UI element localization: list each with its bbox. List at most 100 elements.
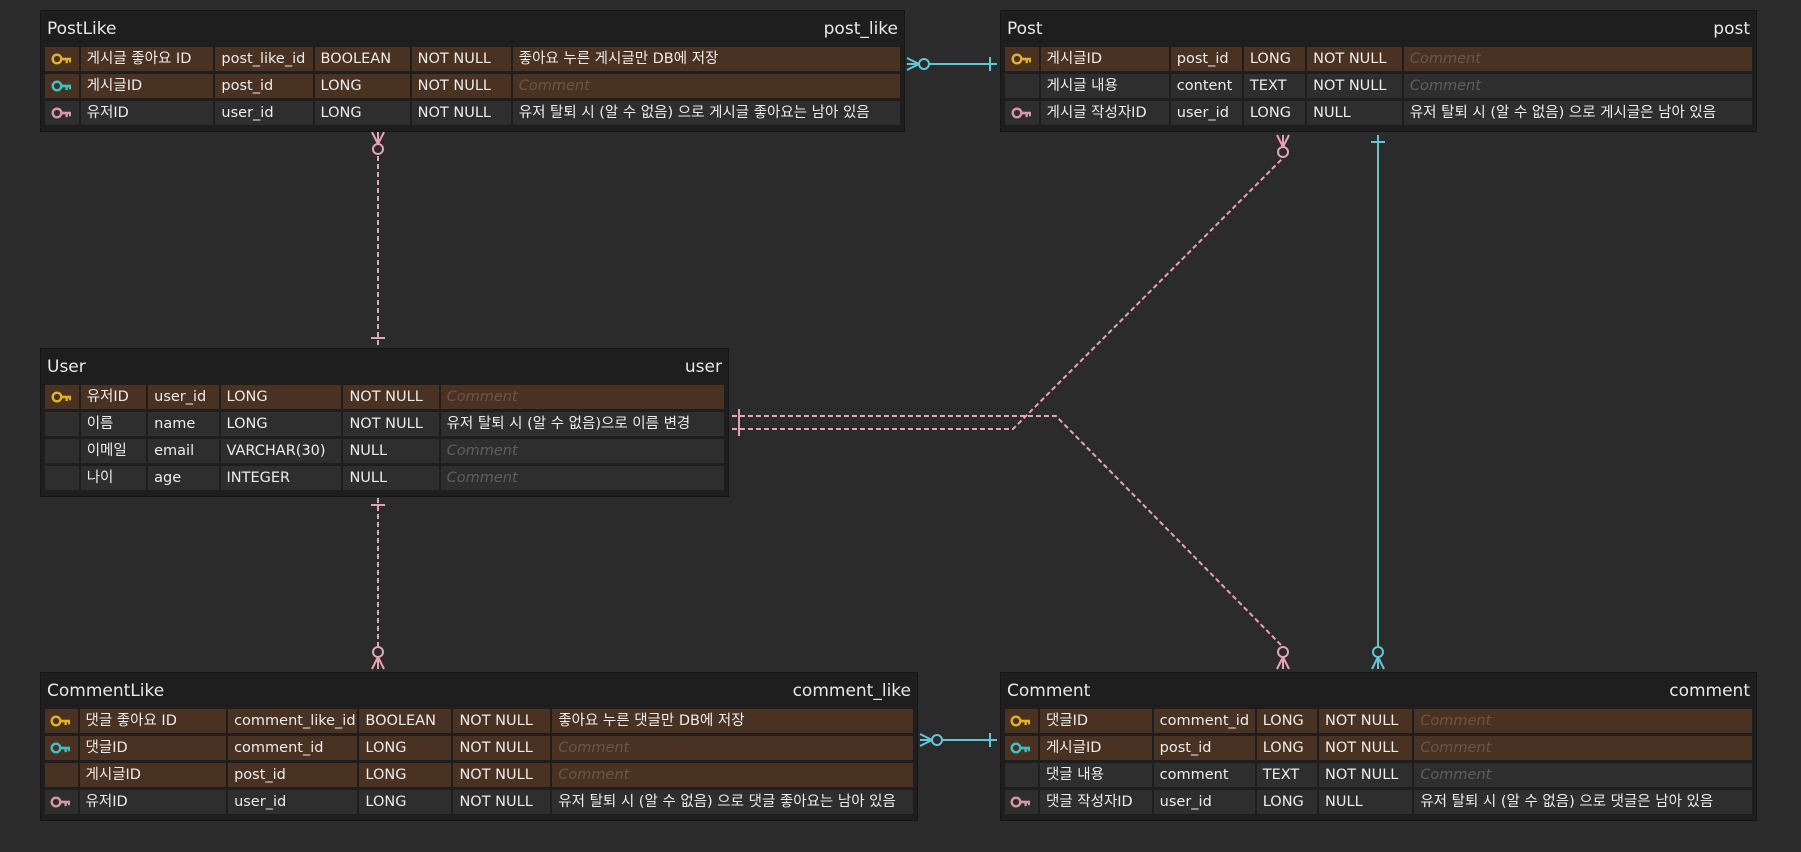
- comment-cell[interactable]: Comment: [552, 736, 913, 760]
- column-name-cell[interactable]: user_id: [228, 790, 358, 814]
- logical-name-cell[interactable]: 게시글ID: [79, 763, 227, 787]
- comment-cell[interactable]: 유저 탈퇴 시 (알 수 없음) 으로 댓글 좋아요는 남아 있음: [552, 790, 913, 814]
- comment-cell[interactable]: Comment: [1403, 47, 1752, 71]
- table-post-like[interactable]: PostLike post_like 게시글 좋아요 ID post_like_id B…: [41, 11, 904, 131]
- nullable-cell[interactable]: NOT NULL: [1319, 709, 1413, 733]
- column-row[interactable]: 게시글 좋아요 ID post_like_id BOOLEAN NOT NULL 좋아요…: [45, 47, 900, 74]
- column-row[interactable]: 게시글ID post_id LONG NOT NULL Comment: [1005, 47, 1752, 74]
- table-header[interactable]: Comment comment: [1001, 673, 1756, 709]
- comment-cell[interactable]: Comment: [1414, 736, 1752, 760]
- data-type-cell[interactable]: LONG: [359, 736, 452, 760]
- data-type-cell[interactable]: LONG: [359, 790, 452, 814]
- comment-cell[interactable]: Comment: [440, 439, 724, 463]
- comment-cell[interactable]: Comment: [552, 763, 913, 787]
- column-name-cell[interactable]: name: [148, 412, 219, 436]
- data-type-cell[interactable]: LONG: [314, 101, 410, 125]
- column-name-cell[interactable]: content: [1170, 74, 1242, 98]
- column-row[interactable]: 게시글 작성자ID user_id LONG NULL 유저 탈퇴 시 (알 수 없음)…: [1005, 101, 1752, 128]
- column-row[interactable]: 댓글ID comment_id LONG NOT NULL Comment: [1005, 709, 1752, 736]
- logical-name-cell[interactable]: 유저ID: [79, 790, 227, 814]
- comment-cell[interactable]: 유저 탈퇴 시 (알 수 없음) 으로 댓글은 남아 있음: [1414, 790, 1752, 814]
- data-type-cell[interactable]: BOOLEAN: [359, 709, 452, 733]
- column-name-cell[interactable]: comment_id: [1153, 709, 1255, 733]
- column-name-cell[interactable]: post_id: [1170, 47, 1242, 71]
- column-row[interactable]: 댓글 내용 comment TEXT NOT NULL Comment: [1005, 763, 1752, 790]
- column-row[interactable]: 이메일 email VARCHAR(30) NULL Comment: [45, 439, 724, 466]
- nullable-cell[interactable]: NULL: [343, 466, 439, 490]
- nullable-cell[interactable]: NOT NULL: [343, 385, 439, 409]
- column-row[interactable]: 게시글ID post_id LONG NOT NULL Comment: [1005, 736, 1752, 763]
- column-row[interactable]: 유저ID user_id LONG NOT NULL Comment: [45, 385, 724, 412]
- table-user[interactable]: User user 유저ID user_id LONG NOT NULL Comment 이름…: [41, 349, 728, 496]
- logical-name-cell[interactable]: 댓글 내용: [1039, 763, 1152, 787]
- nullable-cell[interactable]: NOT NULL: [1319, 763, 1413, 787]
- table-header[interactable]: PostLike post_like: [41, 11, 904, 47]
- logical-name-cell[interactable]: 댓글ID: [1039, 709, 1152, 733]
- column-row[interactable]: 게시글 내용 content TEXT NOT NULL Comment: [1005, 74, 1752, 101]
- nullable-cell[interactable]: NOT NULL: [453, 763, 551, 787]
- logical-name-cell[interactable]: 게시글ID: [1039, 736, 1152, 760]
- nullable-cell[interactable]: NOT NULL: [453, 790, 551, 814]
- column-name-cell[interactable]: post_id: [215, 74, 313, 98]
- data-type-cell[interactable]: LONG: [1256, 790, 1318, 814]
- column-name-cell[interactable]: comment_like_id: [228, 709, 358, 733]
- column-row[interactable]: 댓글 좋아요 ID comment_like_id BOOLEAN NOT NULL 좋…: [45, 709, 913, 736]
- comment-cell[interactable]: Comment: [440, 385, 724, 409]
- logical-name-cell[interactable]: 유저ID: [80, 101, 214, 125]
- column-row[interactable]: 게시글ID post_id LONG NOT NULL Comment: [45, 763, 913, 790]
- data-type-cell[interactable]: LONG: [1256, 709, 1318, 733]
- column-row[interactable]: 유저ID user_id LONG NOT NULL 유저 탈퇴 시 (알 수 없음) …: [45, 101, 900, 128]
- column-row[interactable]: 댓글 작성자ID user_id LONG NULL 유저 탈퇴 시 (알 수 없음) …: [1005, 790, 1752, 817]
- logical-name-cell[interactable]: 나이: [80, 466, 147, 490]
- data-type-cell[interactable]: LONG: [1243, 47, 1306, 71]
- nullable-cell[interactable]: NOT NULL: [411, 47, 511, 71]
- comment-cell[interactable]: Comment: [440, 466, 724, 490]
- data-type-cell[interactable]: TEXT: [1256, 763, 1318, 787]
- nullable-cell[interactable]: NOT NULL: [343, 412, 439, 436]
- data-type-cell[interactable]: INTEGER: [220, 466, 342, 490]
- logical-name-cell[interactable]: 댓글 좋아요 ID: [79, 709, 227, 733]
- logical-name-cell[interactable]: 게시글 작성자ID: [1040, 101, 1169, 125]
- nullable-cell[interactable]: NOT NULL: [453, 709, 551, 733]
- column-name-cell[interactable]: user_id: [1170, 101, 1242, 125]
- comment-cell[interactable]: 유저 탈퇴 시 (알 수 없음) 으로 게시글 좋아요는 남아 있음: [512, 101, 900, 125]
- logical-name-cell[interactable]: 댓글 작성자ID: [1039, 790, 1152, 814]
- table-header[interactable]: CommentLike comment_like: [41, 673, 917, 709]
- nullable-cell[interactable]: NOT NULL: [1307, 47, 1402, 71]
- nullable-cell[interactable]: NOT NULL: [453, 736, 551, 760]
- column-name-cell[interactable]: email: [148, 439, 219, 463]
- nullable-cell[interactable]: NOT NULL: [411, 74, 511, 98]
- column-name-cell[interactable]: user_id: [1153, 790, 1255, 814]
- data-type-cell[interactable]: LONG: [359, 763, 452, 787]
- column-row[interactable]: 유저ID user_id LONG NOT NULL 유저 탈퇴 시 (알 수 없음) …: [45, 790, 913, 817]
- nullable-cell[interactable]: NOT NULL: [1307, 74, 1402, 98]
- logical-name-cell[interactable]: 게시글 좋아요 ID: [80, 47, 214, 71]
- nullable-cell[interactable]: NOT NULL: [411, 101, 511, 125]
- table-post[interactable]: Post post 게시글ID post_id LONG NOT NULL Comment 게…: [1001, 11, 1756, 131]
- data-type-cell[interactable]: LONG: [220, 385, 342, 409]
- column-name-cell[interactable]: user_id: [215, 101, 313, 125]
- column-row[interactable]: 나이 age INTEGER NULL Comment: [45, 466, 724, 493]
- data-type-cell[interactable]: LONG: [1256, 736, 1318, 760]
- data-type-cell[interactable]: LONG: [1243, 101, 1306, 125]
- comment-cell[interactable]: Comment: [1414, 709, 1752, 733]
- data-type-cell[interactable]: LONG: [314, 74, 410, 98]
- comment-cell[interactable]: Comment: [1403, 74, 1752, 98]
- comment-cell[interactable]: 좋아요 누른 게시글만 DB에 저장: [512, 47, 900, 71]
- data-type-cell[interactable]: VARCHAR(30): [220, 439, 342, 463]
- data-type-cell[interactable]: TEXT: [1243, 74, 1306, 98]
- logical-name-cell[interactable]: 이메일: [80, 439, 147, 463]
- column-name-cell[interactable]: comment_id: [228, 736, 358, 760]
- data-type-cell[interactable]: LONG: [220, 412, 342, 436]
- table-header[interactable]: User user: [41, 349, 728, 385]
- nullable-cell[interactable]: NULL: [1319, 790, 1413, 814]
- column-name-cell[interactable]: post_id: [1153, 736, 1255, 760]
- comment-cell[interactable]: 좋아요 누른 댓글만 DB에 저장: [552, 709, 913, 733]
- logical-name-cell[interactable]: 게시글 내용: [1040, 74, 1169, 98]
- nullable-cell[interactable]: NULL: [343, 439, 439, 463]
- logical-name-cell[interactable]: 유저ID: [80, 385, 147, 409]
- column-row[interactable]: 댓글ID comment_id LONG NOT NULL Comment: [45, 736, 913, 763]
- logical-name-cell[interactable]: 게시글ID: [80, 74, 214, 98]
- logical-name-cell[interactable]: 게시글ID: [1040, 47, 1169, 71]
- column-name-cell[interactable]: post_id: [228, 763, 358, 787]
